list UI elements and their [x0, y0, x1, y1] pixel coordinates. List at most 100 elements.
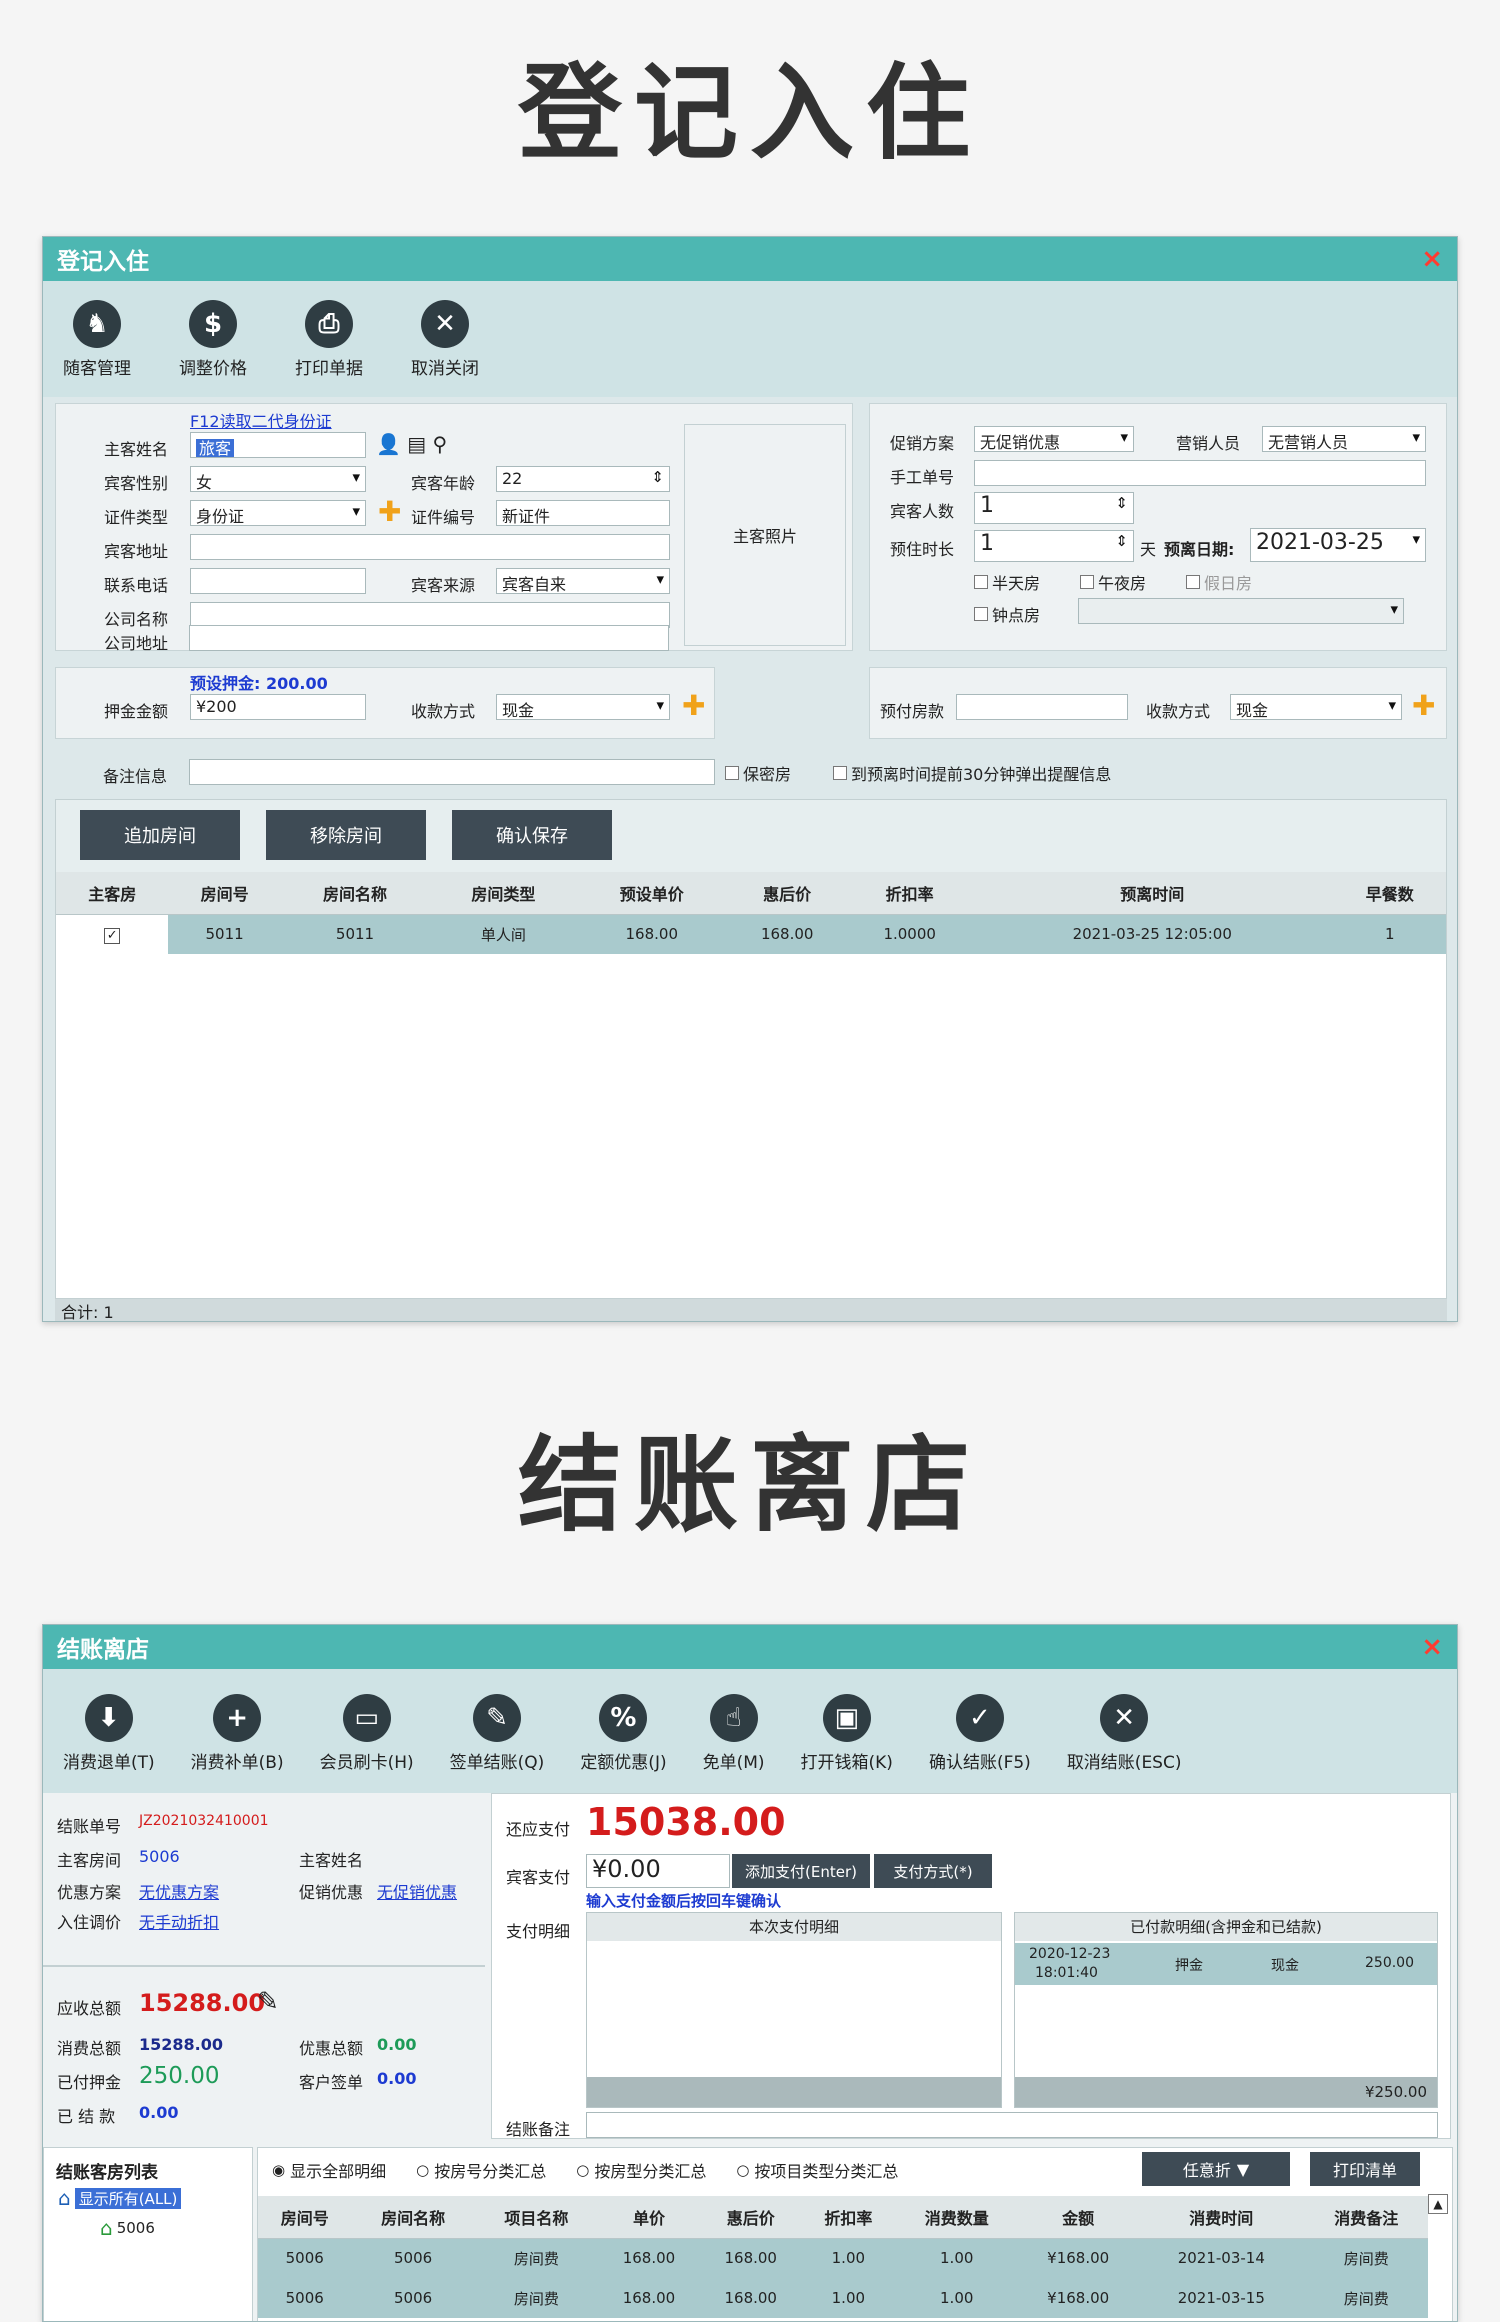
sign-button[interactable]: ✎ 签单结账(Q) [450, 1694, 544, 1773]
company-address-input[interactable] [189, 625, 669, 651]
guest-name-input[interactable]: 旅客 [190, 432, 366, 458]
guest-pay-input[interactable]: ¥0.00 [586, 1854, 730, 1888]
column-header[interactable]: 惠后价 [699, 2196, 802, 2239]
phone-input[interactable] [190, 568, 366, 594]
guest-search-icon[interactable]: ⚲ [433, 432, 448, 456]
hourly-plan-select[interactable] [1078, 598, 1404, 624]
column-header[interactable]: 折扣率 [801, 2196, 896, 2239]
promo2-link[interactable]: 无促销优惠 [377, 1879, 457, 1903]
percent-button[interactable]: % 定额优惠(J) [580, 1694, 667, 1773]
guests-input[interactable]: 1 [974, 492, 1134, 524]
duration-input[interactable]: 1 [974, 530, 1134, 562]
id-reader-hint[interactable]: F12读取二代身份证 [190, 408, 332, 432]
view-option-radio[interactable]: ○ 按房型分类汇总 [576, 2158, 706, 2182]
checkout-remark-input[interactable] [586, 2112, 1438, 2138]
id-type-select[interactable]: 身份证 [190, 500, 366, 526]
column-header[interactable]: 房间名称 [280, 872, 430, 915]
cell-discounted: 168.00 [699, 2238, 802, 2278]
id-no-input[interactable]: 新证件 [496, 500, 670, 526]
duration-label: 预住时长 [890, 540, 955, 559]
leave-date-picker[interactable]: 2021-03-25 [1250, 528, 1426, 562]
column-header[interactable]: 预设单价 [577, 872, 726, 915]
any-discount-button[interactable]: 任意折 ▼ [1142, 2152, 1290, 2186]
column-header[interactable]: 早餐数 [1333, 872, 1446, 915]
edit-icon[interactable]: ✎ [257, 1987, 279, 2017]
address-input[interactable] [190, 534, 670, 560]
hourly-checkbox[interactable]: 钟点房 [974, 602, 1040, 626]
column-header[interactable]: 房间类型 [429, 872, 578, 915]
dollar-button[interactable]: $ 调整价格 [179, 300, 247, 379]
view-option-radio[interactable]: ○ 按房号分类汇总 [416, 2158, 546, 2182]
scroll-up-icon[interactable]: ▲ [1428, 2194, 1448, 2214]
prepay-method-select[interactable]: 现金 [1230, 694, 1402, 720]
add-id-type-icon[interactable]: ✚ [378, 498, 401, 526]
column-header[interactable]: 消费备注 [1304, 2196, 1428, 2239]
column-header[interactable]: 单价 [598, 2196, 700, 2239]
promo-select[interactable]: 无促销优惠 [974, 426, 1134, 452]
column-header[interactable]: 房间号 [168, 872, 281, 915]
column-header[interactable]: 消费时间 [1137, 2196, 1305, 2239]
close-icon[interactable]: × [1421, 1632, 1443, 1662]
confirm-save-button[interactable]: 确认保存 [452, 810, 612, 860]
column-header[interactable]: 金额 [1018, 2196, 1138, 2239]
plus-circle-button[interactable]: + 消费补单(B) [191, 1694, 284, 1773]
age-input[interactable]: 22 [496, 466, 670, 492]
view-option-radio[interactable]: ◉ 显示全部明细 [272, 2158, 386, 2182]
guest-tool-icons[interactable]: 👤 ▤ ⚲ [376, 432, 447, 456]
add-payment-button[interactable]: 添加支付(Enter) [732, 1854, 870, 1888]
thumb-button[interactable]: ☝ 免单(M) [703, 1694, 765, 1773]
holiday-checkbox[interactable]: 假日房 [1186, 570, 1252, 594]
midnight-checkbox[interactable]: 午夜房 [1080, 570, 1146, 594]
print-list-button[interactable]: 打印清单 [1310, 2152, 1420, 2186]
add-prepay-method-icon[interactable]: ✚ [1412, 692, 1435, 720]
column-header[interactable]: 项目名称 [474, 2196, 599, 2239]
table-row[interactable]: 5006 5006 房间费 168.00 168.00 1.00 1.00 ¥168.00 20… [258, 2238, 1428, 2278]
table-row[interactable]: 5006 5006 房间费 168.00 168.00 1.00 1.00 ¥168.00 20… [258, 2278, 1428, 2318]
column-header[interactable]: 消费数量 [895, 2196, 1019, 2239]
manual-no-input[interactable] [974, 460, 1426, 486]
column-header[interactable]: 房间名称 [351, 2196, 475, 2239]
main-room-checkbox[interactable]: ✓ [56, 914, 169, 954]
toolbar-label: 定额优惠(J) [580, 1753, 667, 1773]
prepay-input[interactable] [956, 694, 1128, 720]
check-button[interactable]: ✓ 确认结账(F5) [929, 1694, 1031, 1773]
secret-room-checkbox[interactable]: 保密房 [725, 761, 791, 785]
promo-link[interactable]: 无优惠方案 [139, 1879, 219, 1903]
show-all-node[interactable]: ⌂ 显示所有(ALL) [58, 2186, 182, 2210]
remove-room-button[interactable]: 移除房间 [266, 810, 426, 860]
card-button[interactable]: ▭ 会员刷卡(H) [320, 1694, 414, 1773]
download-button[interactable]: ⬇ 消费退单(T) [63, 1694, 155, 1773]
user-group-button[interactable]: ♞ 随客管理 [63, 300, 131, 379]
room-node[interactable]: ⌂ 5006 [100, 2216, 155, 2240]
cashbox-button[interactable]: ▣ 打开钱箱(K) [801, 1694, 893, 1773]
paid-detail-row[interactable]: 2020-12-23 18:01:40 押金 现金 250.00 [1015, 1943, 1437, 1985]
person-icon[interactable]: 👤 [376, 432, 401, 456]
id-card-icon[interactable]: ▤ [407, 432, 426, 456]
payment-method-select[interactable]: 现金 [496, 694, 670, 720]
printer-button[interactable]: ⎙ 打印单据 [295, 300, 363, 379]
cancel-button[interactable]: ✕ 取消结账(ESC) [1067, 1694, 1181, 1773]
column-header[interactable]: 主客房 [56, 872, 169, 915]
half-day-checkbox[interactable]: 半天房 [974, 570, 1040, 594]
add-payment-method-icon[interactable]: ✚ [682, 692, 705, 720]
add-room-button[interactable]: 追加房间 [80, 810, 240, 860]
column-header[interactable]: 预离时间 [970, 872, 1334, 915]
sales-select[interactable]: 无营销人员 [1262, 426, 1426, 452]
close-icon[interactable]: × [1421, 244, 1443, 274]
remark-input[interactable] [189, 759, 715, 785]
source-select[interactable]: 宾客自来 [496, 568, 670, 594]
guest-photo-box[interactable]: 主客照片 [684, 424, 846, 646]
remind-checkbox[interactable]: 到预离时间提前30分钟弹出提醒信息 [833, 761, 1111, 785]
deposit-amount-input[interactable]: ¥200 [190, 694, 366, 720]
column-header[interactable]: 折扣率 [848, 872, 971, 915]
gender-select[interactable]: 女 [190, 466, 366, 492]
payment-method-button[interactable]: 支付方式(*) [874, 1854, 992, 1888]
column-header[interactable]: 房间号 [258, 2196, 352, 2239]
receivable-value: 15288.00 [139, 1989, 266, 2017]
adjust-link[interactable]: 无手动折扣 [139, 1909, 219, 1933]
cell-preset_price: 168.00 [577, 914, 726, 954]
table-row[interactable]: ✓ 5011 5011 单人间 168.00 168.00 1.0000 2021-03-25… [56, 914, 1446, 954]
view-option-radio[interactable]: ○ 按项目类型分类汇总 [736, 2158, 898, 2182]
column-header[interactable]: 惠后价 [725, 872, 849, 915]
close-button[interactable]: ✕ 取消关闭 [411, 300, 479, 379]
